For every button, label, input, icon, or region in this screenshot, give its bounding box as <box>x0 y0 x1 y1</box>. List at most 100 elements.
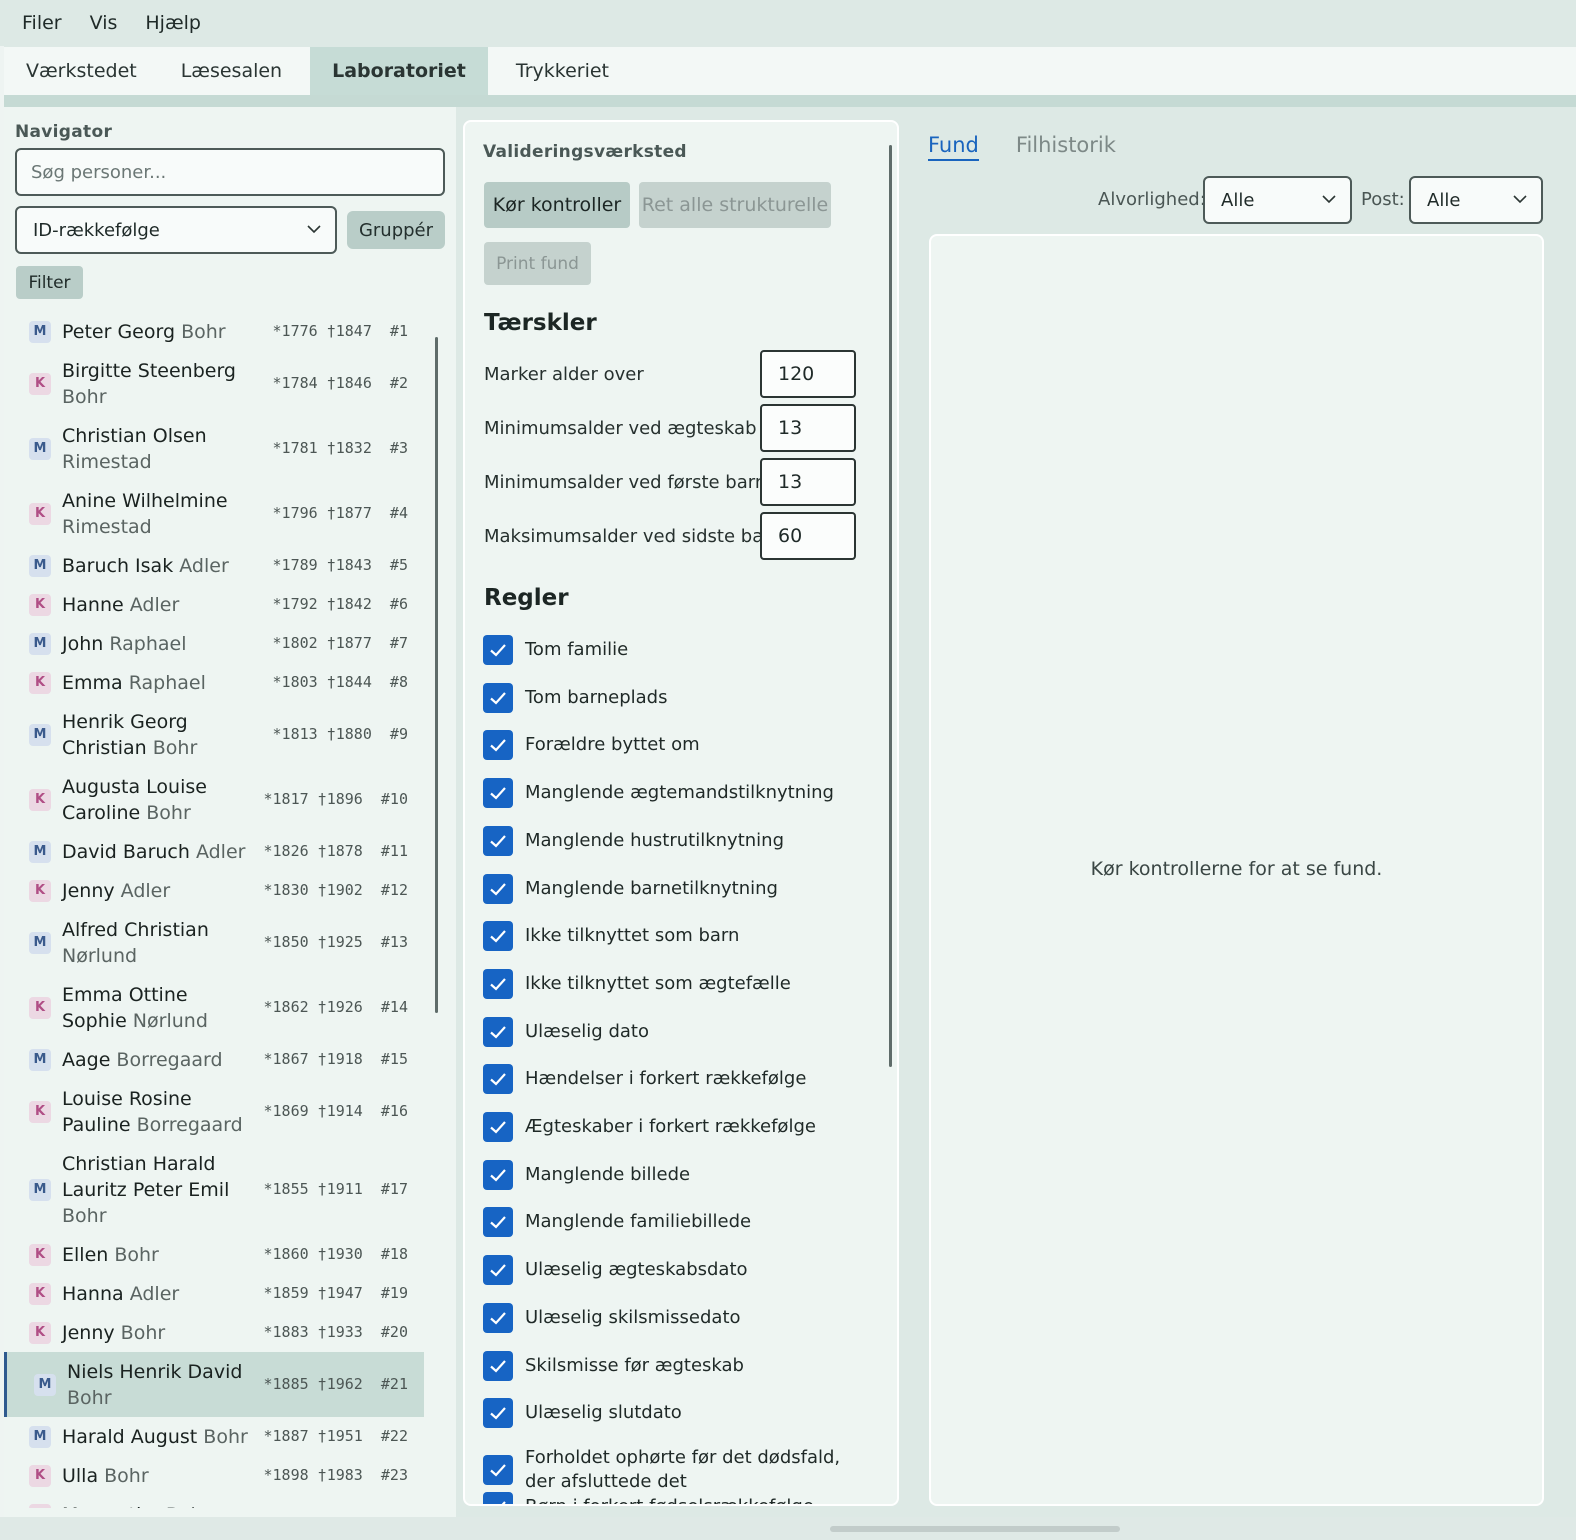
checkbox-checked-icon[interactable] <box>483 1159 513 1190</box>
person-row[interactable]: K Jenny Adler *1830 †1902 #12 <box>4 871 424 910</box>
person-row[interactable]: M Baruch Isak Adler *1789 †1843 #5 <box>4 546 424 585</box>
person-row[interactable]: M John Raphael *1802 †1877 #7 <box>4 624 424 663</box>
checkbox-checked-icon[interactable] <box>483 1207 513 1238</box>
female-badge: K <box>29 502 51 525</box>
checkbox-checked-icon[interactable] <box>483 1302 513 1333</box>
checkbox-checked-icon[interactable] <box>483 682 513 713</box>
threshold-input[interactable]: 60 <box>760 512 856 560</box>
checkbox-checked-icon[interactable] <box>483 825 513 856</box>
person-surname: Adler <box>123 593 180 616</box>
person-row[interactable]: M Harald August Bohr *1887 †1951 #22 <box>4 1417 424 1456</box>
rule-checkbox-row[interactable]: Ikke tilknyttet som ægtefælle <box>483 968 883 999</box>
menu-hjaelp[interactable]: Hjælp <box>131 12 215 34</box>
rule-checkbox-row[interactable]: Ulæselig skilsmissedato <box>483 1302 883 1333</box>
tab-laboratoriet[interactable]: Laboratoriet <box>310 47 488 95</box>
threshold-input[interactable]: 13 <box>760 458 856 506</box>
rule-checkbox-row[interactable]: Ulæselig ægteskabsdato <box>483 1255 883 1286</box>
checkbox-checked-icon[interactable] <box>483 1398 513 1429</box>
person-surname: Adler <box>123 1282 180 1305</box>
person-row[interactable]: K Birgitte Steenberg Bohr *1784 †1846 #2 <box>4 351 424 416</box>
rule-checkbox-row[interactable]: Manglende barnetilknytning <box>483 873 883 904</box>
person-row[interactable]: M Henrik Georg Christian Bohr *1813 †1880 … <box>4 702 424 767</box>
rule-checkbox-row[interactable]: Manglende billede <box>483 1159 883 1190</box>
menu-filer[interactable]: Filer <box>8 12 76 34</box>
person-name: David Baruch Adler <box>62 839 252 865</box>
person-row[interactable]: M David Baruch Adler *1826 †1878 #11 <box>4 832 424 871</box>
person-row[interactable]: K Hanne Adler *1792 †1842 #6 <box>4 585 424 624</box>
person-row[interactable]: M Peter Georg Bohr *1776 †1847 #1 <box>4 312 424 351</box>
threshold-input[interactable]: 120 <box>760 350 856 398</box>
rule-checkbox-row[interactable]: Tom familie <box>483 635 883 665</box>
rule-checkbox-row[interactable]: Manglende hustrutilknytning <box>483 825 883 856</box>
checkbox-checked-icon[interactable] <box>483 730 513 761</box>
person-row[interactable]: M Christian Olsen Rimestad *1781 †1832 #3 <box>4 416 424 481</box>
checkbox-checked-icon[interactable] <box>483 873 513 904</box>
tab-fund[interactable]: Fund <box>928 133 979 161</box>
checkbox-checked-icon[interactable] <box>483 1454 513 1485</box>
order-select[interactable]: ID-rækkefølge <box>15 206 337 254</box>
person-row[interactable]: M Christian Harald Lauritz Peter Emil Boh… <box>4 1144 424 1235</box>
person-row[interactable]: M Alfred Christian Nørlund *1850 †1925 #13 <box>4 910 424 975</box>
checkbox-checked-icon[interactable] <box>483 1350 513 1381</box>
post-select[interactable]: Alle <box>1409 176 1543 224</box>
rule-checkbox-row[interactable]: Manglende ægtemandstilknytning <box>483 778 883 809</box>
fix-all-structural-button[interactable]: Ret alle strukturelle <box>639 182 831 228</box>
person-row[interactable]: K Anine Wilhelmine Rimestad *1796 †1877 #4 <box>4 481 424 546</box>
person-dates: *1789 †1843 #5 <box>272 555 408 574</box>
person-row[interactable]: K Augusta Louise Caroline Bohr *1817 †1896… <box>4 767 424 832</box>
person-row[interactable]: M Niels Henrik David Bohr *1885 †1962 #21 <box>4 1352 424 1417</box>
person-row[interactable]: K Ulla Bohr *1898 †1983 #23 <box>4 1456 424 1495</box>
rule-label: Ulæselig slutdato <box>525 1402 682 1424</box>
person-row[interactable]: K Jenny Bohr *1883 †1933 #20 <box>4 1313 424 1352</box>
checkbox-checked-icon[interactable] <box>483 635 513 665</box>
rule-checkbox-row[interactable]: Tom barneplads <box>483 682 883 713</box>
male-badge: M <box>29 1048 51 1071</box>
threshold-input[interactable]: 13 <box>760 404 856 452</box>
tab-trykkeriet[interactable]: Trykkeriet <box>494 47 631 95</box>
checkbox-checked-icon[interactable] <box>483 968 513 999</box>
rule-checkbox-row[interactable]: Ulæselig slutdato <box>483 1398 883 1429</box>
validation-scrollbar[interactable] <box>889 145 892 1067</box>
rule-checkbox-row[interactable]: Forældre byttet om <box>483 730 883 761</box>
person-row[interactable]: M Aage Borregaard *1867 †1918 #15 <box>4 1040 424 1079</box>
person-row[interactable]: K Hanna Adler *1859 †1947 #19 <box>4 1274 424 1313</box>
rule-checkbox-row[interactable]: Skilsmisse før ægteskab <box>483 1350 883 1381</box>
rule-checkbox-row[interactable]: Børn i forkert fødselsrækkefølge <box>483 1492 883 1504</box>
checkbox-checked-icon[interactable] <box>483 778 513 809</box>
tab-filhistorik[interactable]: Filhistorik <box>1016 133 1116 161</box>
checkbox-checked-icon[interactable] <box>483 1016 513 1047</box>
severity-select[interactable]: Alle <box>1203 176 1352 224</box>
checkbox-checked-icon[interactable] <box>483 1112 513 1142</box>
navigator-scrollbar[interactable] <box>435 337 438 1013</box>
rule-checkbox-row[interactable]: Forholdet ophørte før det dødsfald, der … <box>483 1446 883 1494</box>
person-list[interactable]: M Peter Georg Bohr *1776 †1847 #1 K Birgitte… <box>4 312 424 1508</box>
rule-checkbox-row[interactable]: Ægteskaber i forkert rækkefølge <box>483 1112 883 1142</box>
checkbox-checked-icon[interactable] <box>483 921 513 952</box>
print-findings-button[interactable]: Print fund <box>484 242 591 285</box>
rule-label: Ulæselig skilsmissedato <box>525 1306 741 1328</box>
filter-button[interactable]: Filter <box>16 266 83 299</box>
rule-checkbox-row[interactable]: Ikke tilknyttet som barn <box>483 921 883 952</box>
menu-vis[interactable]: Vis <box>76 12 132 34</box>
rule-checkbox-row[interactable]: Ulæselig dato <box>483 1016 883 1047</box>
person-dates: *1781 †1832 #3 <box>272 438 408 457</box>
person-given-name: Christian Harald Lauritz Peter Emil <box>62 1152 230 1201</box>
checkbox-checked-icon[interactable] <box>483 1492 513 1504</box>
person-row[interactable]: K Louise Rosine Pauline Borregaard *1869 †… <box>4 1079 424 1144</box>
person-dates: *1883 †1933 #20 <box>263 1322 409 1341</box>
search-input[interactable]: Søg personer... <box>15 148 445 196</box>
tab-vaerkstedet[interactable]: Værkstedet <box>4 47 159 95</box>
run-checks-button[interactable]: Kør kontroller <box>484 182 630 228</box>
person-row[interactable]: K Emma Ottine Sophie Nørlund *1862 †1926 #… <box>4 975 424 1040</box>
person-row[interactable]: K Emma Raphael *1803 †1844 #8 <box>4 663 424 702</box>
rule-checkbox-row[interactable]: Manglende familiebillede <box>483 1207 883 1238</box>
person-row[interactable]: K Ellen Bohr *1860 †1930 #18 <box>4 1235 424 1274</box>
group-button[interactable]: Gruppér <box>347 211 445 249</box>
post-label: Post: <box>1361 189 1405 210</box>
tab-laesesalen[interactable]: Læsesalen <box>159 47 304 95</box>
rule-checkbox-row[interactable]: Hændelser i forkert rækkefølge <box>483 1064 883 1095</box>
checkbox-checked-icon[interactable] <box>483 1064 513 1095</box>
horizontal-scrollbar[interactable] <box>830 1526 1120 1532</box>
person-row[interactable]: K Margrethe Bohr *1890 †1984 #24 <box>4 1495 424 1508</box>
checkbox-checked-icon[interactable] <box>483 1255 513 1286</box>
